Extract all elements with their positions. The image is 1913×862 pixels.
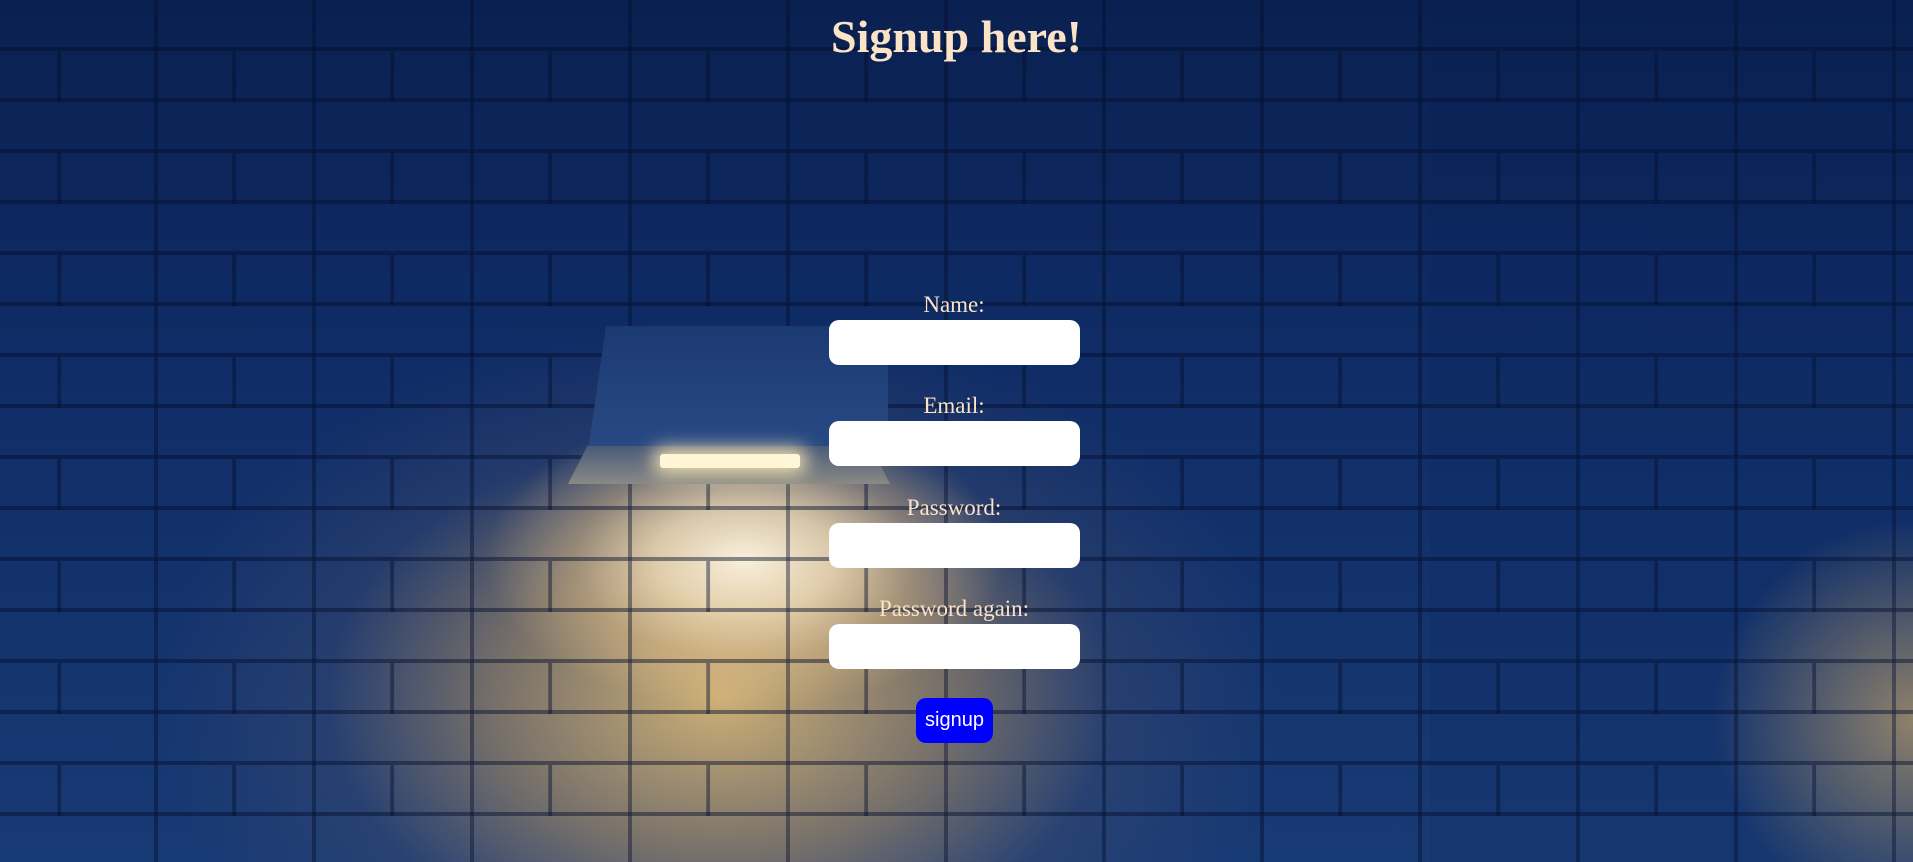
page-title: Signup here! (831, 11, 1082, 62)
password-input[interactable] (829, 523, 1080, 568)
signup-button[interactable]: signup (916, 698, 993, 743)
password-again-label: Password again: (878, 596, 1030, 621)
email-input[interactable] (829, 421, 1080, 466)
email-label: Email: (923, 393, 985, 418)
password-label: Password: (906, 495, 1002, 520)
signup-page: Signup here! Name: Email: Password: Pass… (0, 0, 1913, 862)
password-again-input[interactable] (829, 624, 1080, 669)
name-label: Name: (923, 292, 985, 317)
name-input[interactable] (829, 320, 1080, 365)
